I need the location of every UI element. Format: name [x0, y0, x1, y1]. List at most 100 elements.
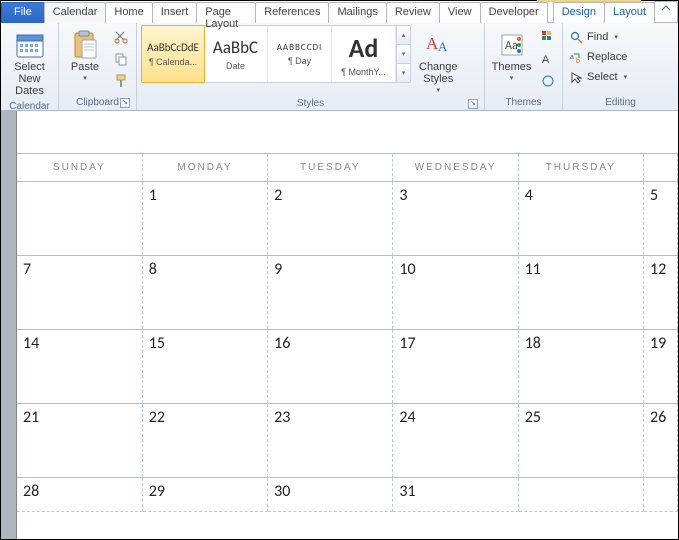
- calendar-week-row[interactable]: 212223242526: [17, 404, 678, 478]
- clipboard-launcher[interactable]: ↘: [120, 98, 130, 108]
- calendar-cell[interactable]: 11: [518, 256, 643, 330]
- paste-button[interactable]: Paste ▾: [63, 25, 107, 85]
- calendar-cell[interactable]: 29: [142, 478, 267, 512]
- select-new-dates-label: Select New Dates: [9, 61, 50, 97]
- style-caption: ¶ Calenda...: [149, 57, 197, 67]
- calendar-week-row[interactable]: 141516171819: [17, 330, 678, 404]
- style-monthyear[interactable]: Ad ¶ MonthY...: [332, 26, 396, 82]
- vertical-ruler[interactable]: [1, 111, 17, 539]
- style-caption: ¶ Day: [288, 56, 311, 66]
- calendar-cell[interactable]: 12: [644, 256, 678, 330]
- change-styles-icon: AA: [423, 30, 453, 60]
- calendar-cell[interactable]: 31: [393, 478, 518, 512]
- ribbon-tabs: File Calendar Home Insert Page Layout Re…: [1, 1, 678, 23]
- ribbon: Select New Dates Calendar Paste ▾: [1, 23, 678, 111]
- theme-fonts-button[interactable]: A: [538, 49, 558, 69]
- tab-file[interactable]: File: [1, 2, 45, 23]
- calendar-cell[interactable]: 17: [393, 330, 518, 404]
- collapse-ribbon-icon[interactable]: [654, 1, 678, 22]
- fonts-icon: A: [541, 52, 555, 66]
- calendar-cell[interactable]: 24: [393, 404, 518, 478]
- calendar-week-row[interactable]: 28293031: [17, 478, 678, 512]
- styles-gallery-scroll[interactable]: ▴ ▾ ▾: [396, 26, 410, 82]
- calendar-cell[interactable]: 10: [393, 256, 518, 330]
- tab-design[interactable]: Design: [553, 2, 605, 23]
- gallery-more-icon[interactable]: ▾: [397, 64, 410, 82]
- tab-review[interactable]: Review: [386, 2, 440, 23]
- select-icon: [569, 70, 583, 84]
- style-day[interactable]: AABBCCDI ¶ Day: [268, 26, 332, 82]
- select-dropdown-icon: ▾: [624, 73, 628, 81]
- select-button[interactable]: Select ▾: [567, 67, 629, 87]
- calendar-cell[interactable]: 9: [268, 256, 393, 330]
- calendar-cell[interactable]: 1: [142, 182, 267, 256]
- copy-button[interactable]: [111, 49, 131, 69]
- find-button[interactable]: Find ▾: [567, 27, 620, 47]
- replace-button[interactable]: ab Replace: [567, 47, 629, 67]
- calendar-cell[interactable]: 30: [268, 478, 393, 512]
- svg-text:A: A: [438, 39, 448, 54]
- find-label: Find: [587, 31, 608, 43]
- themes-button[interactable]: Aa Themes ▾: [489, 25, 534, 85]
- calendar-cell[interactable]: 22: [142, 404, 267, 478]
- tab-layout[interactable]: Layout: [604, 2, 655, 23]
- calendar-cell[interactable]: 2: [268, 182, 393, 256]
- calendar-cell[interactable]: 7: [17, 256, 142, 330]
- calendar-cell[interactable]: 21: [17, 404, 142, 478]
- calendar-cell[interactable]: 28: [17, 478, 142, 512]
- select-label: Select: [587, 71, 618, 83]
- tab-page-layout[interactable]: Page Layout: [196, 2, 256, 23]
- calendar-week-row[interactable]: 789101112: [17, 256, 678, 330]
- gallery-down-icon[interactable]: ▾: [397, 45, 410, 64]
- calendar-cell[interactable]: 5: [644, 182, 678, 256]
- select-new-dates-button[interactable]: Select New Dates: [5, 25, 54, 100]
- calendar-cell[interactable]: [644, 478, 678, 512]
- style-calendar[interactable]: AaBbCcDdE ¶ Calenda...: [141, 25, 205, 83]
- style-date[interactable]: AaBbC Date: [204, 26, 268, 82]
- change-styles-button[interactable]: AA Change Styles ▾: [415, 25, 462, 97]
- tab-view[interactable]: View: [439, 2, 481, 23]
- change-styles-label: Change Styles: [419, 61, 458, 85]
- theme-colors-button[interactable]: [538, 27, 558, 47]
- header-tuesday: TUESDAY: [268, 154, 393, 182]
- calendar-cell[interactable]: [17, 182, 142, 256]
- tab-references[interactable]: References: [255, 2, 329, 23]
- tab-mailings[interactable]: Mailings: [328, 2, 386, 23]
- calendar-cell[interactable]: 26: [644, 404, 678, 478]
- header-monday: MONDAY: [142, 154, 267, 182]
- calendar-cell[interactable]: 8: [142, 256, 267, 330]
- style-preview: AABBCCDI: [277, 42, 323, 53]
- tab-developer[interactable]: Developer: [480, 2, 548, 23]
- styles-launcher[interactable]: ↘: [468, 99, 478, 109]
- tab-calendar[interactable]: Calendar: [44, 2, 107, 23]
- header-wednesday: WEDNESDAY: [393, 154, 518, 182]
- theme-effects-button[interactable]: [538, 71, 558, 91]
- svg-text:Aa: Aa: [505, 39, 518, 53]
- calendar-cell[interactable]: 3: [393, 182, 518, 256]
- find-dropdown-icon: ▾: [614, 33, 618, 41]
- calendar-week-row[interactable]: 12345: [17, 182, 678, 256]
- calendar-cell[interactable]: 16: [268, 330, 393, 404]
- find-icon: [569, 30, 583, 44]
- calendar-cell[interactable]: 4: [518, 182, 643, 256]
- tab-home[interactable]: Home: [105, 2, 152, 23]
- calendar-cell[interactable]: 19: [644, 330, 678, 404]
- style-caption: Date: [226, 61, 245, 71]
- gallery-up-icon[interactable]: ▴: [397, 26, 410, 45]
- group-themes: Aa Themes ▾ A Themes: [485, 23, 563, 110]
- calendar-cell[interactable]: 23: [268, 404, 393, 478]
- cut-button[interactable]: [111, 27, 131, 47]
- calendar-cell[interactable]: [518, 478, 643, 512]
- clipboard-icon: [70, 30, 100, 60]
- tab-insert[interactable]: Insert: [152, 2, 198, 23]
- calendar-cell[interactable]: 25: [518, 404, 643, 478]
- calendar-cell[interactable]: 15: [142, 330, 267, 404]
- calendar-page[interactable]: SUNDAY MONDAY TUESDAY WEDNESDAY THURSDAY…: [17, 111, 678, 539]
- group-calendar: Select New Dates Calendar: [1, 23, 59, 110]
- calendar-cell[interactable]: 14: [17, 330, 142, 404]
- format-painter-button[interactable]: [111, 71, 131, 91]
- style-preview: AaBbCcDdE: [147, 41, 199, 54]
- calendar-cell[interactable]: 18: [518, 330, 643, 404]
- calendar-table[interactable]: SUNDAY MONDAY TUESDAY WEDNESDAY THURSDAY…: [17, 153, 678, 512]
- styles-gallery[interactable]: AaBbCcDdE ¶ Calenda... AaBbC Date AABBCC…: [141, 25, 411, 83]
